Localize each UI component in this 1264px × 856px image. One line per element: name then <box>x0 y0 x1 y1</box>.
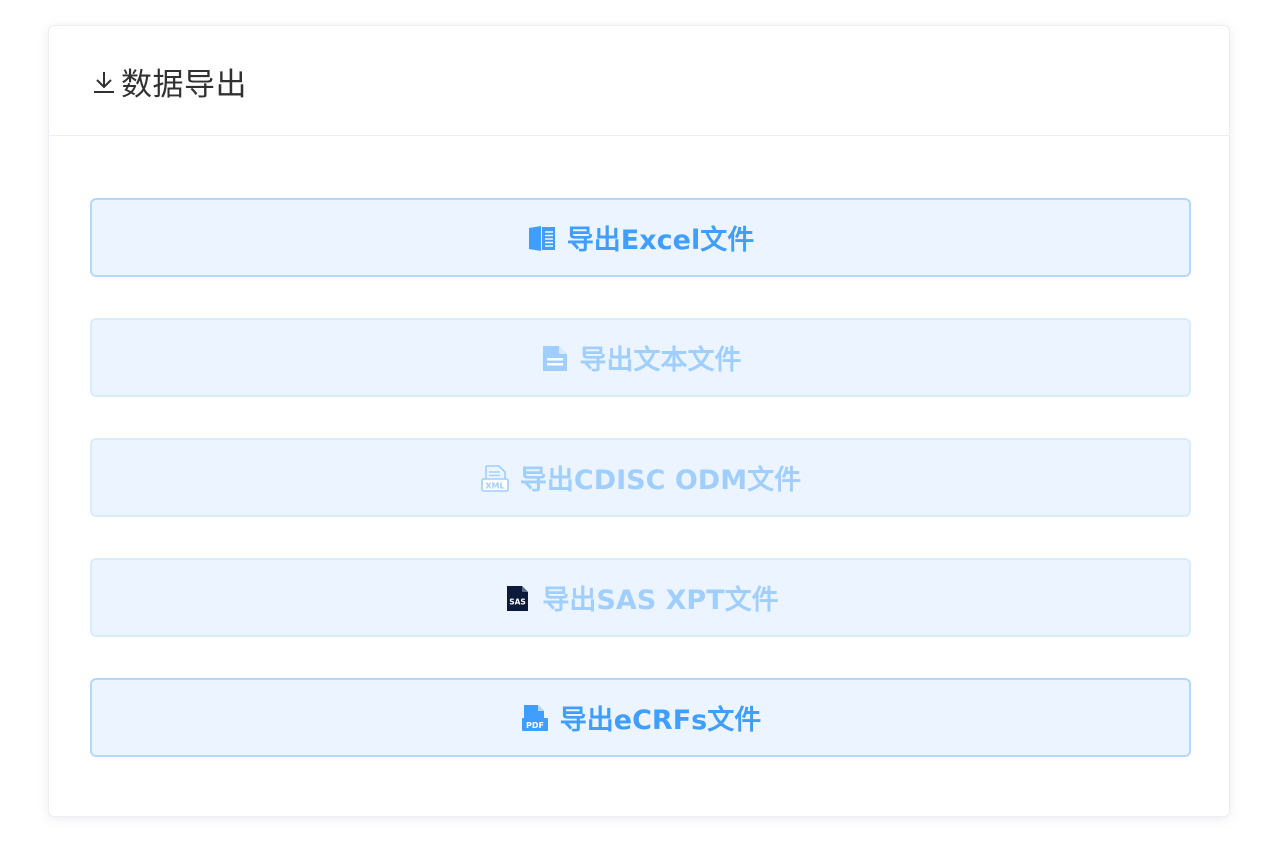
export-cdisc-odm-button[interactable]: XML 导出CDISC ODM文件 <box>90 438 1191 517</box>
pdf-icon-text: PDF <box>526 721 544 730</box>
export-sas-xpt-button[interactable]: SAS 导出SAS XPT文件 <box>90 558 1191 637</box>
panel-title-text: 数据导出 <box>121 67 247 103</box>
export-cdisc-odm-label: 导出CDISC ODM文件 <box>519 465 802 496</box>
data-export-panel: 数据导出 导出Excel文件 导出文本文件 XML 导出CDISC ODM文件 … <box>48 25 1230 817</box>
sas-icon-text: SAS <box>510 597 527 606</box>
text-file-icon <box>540 343 570 373</box>
export-text-button[interactable]: 导出文本文件 <box>90 318 1191 397</box>
export-sas-xpt-label: 导出SAS XPT文件 <box>542 585 779 616</box>
xml-file-icon: XML <box>480 463 510 493</box>
panel-title: 数据导出 <box>91 59 247 104</box>
excel-book-icon <box>527 223 557 253</box>
sas-file-icon: SAS <box>502 583 532 613</box>
export-ecrfs-label: 导出eCRFs文件 <box>559 705 762 736</box>
xml-icon-text: XML <box>485 481 504 490</box>
pdf-file-icon: PDF <box>520 703 550 733</box>
export-excel-label: 导出Excel文件 <box>566 225 755 256</box>
download-icon <box>91 69 117 95</box>
export-text-label: 导出文本文件 <box>579 345 742 376</box>
export-button-list: 导出Excel文件 导出文本文件 XML 导出CDISC ODM文件 SAS 导… <box>49 136 1229 757</box>
panel-header: 数据导出 <box>49 26 1229 136</box>
export-ecrfs-button[interactable]: PDF 导出eCRFs文件 <box>90 678 1191 757</box>
export-excel-button[interactable]: 导出Excel文件 <box>90 198 1191 277</box>
